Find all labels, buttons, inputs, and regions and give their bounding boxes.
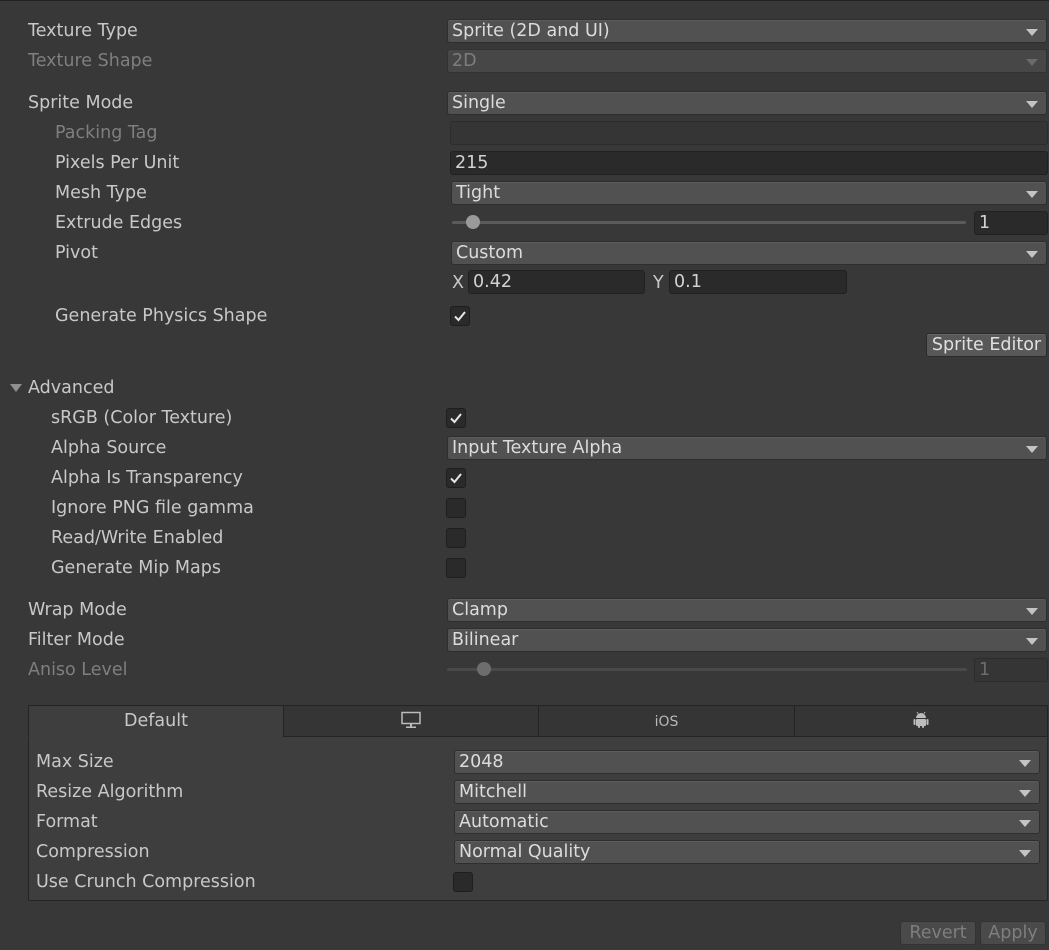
tab-android[interactable] — [794, 705, 1048, 737]
mesh-type-dropdown[interactable]: Tight — [451, 181, 1047, 205]
use-crunch-label: Use Crunch Compression — [36, 872, 256, 892]
use-crunch-checkbox[interactable] — [453, 872, 473, 892]
alpha-is-transparency-checkbox[interactable] — [446, 468, 466, 488]
apply-button[interactable]: Apply — [980, 921, 1046, 945]
android-icon — [913, 711, 929, 728]
alpha-source-dropdown[interactable]: Input Texture Alpha — [447, 436, 1047, 460]
filter-mode-value: Bilinear — [452, 630, 519, 650]
format-value: Automatic — [459, 812, 549, 832]
chevron-down-icon — [1026, 59, 1038, 66]
checkmark-icon — [450, 473, 462, 484]
chevron-down-icon — [1019, 790, 1031, 797]
max-size-value: 2048 — [459, 752, 504, 772]
texture-type-label: Texture Type — [28, 21, 138, 41]
pivot-value: Custom — [456, 243, 524, 263]
compression-dropdown[interactable]: Normal Quality — [454, 840, 1040, 864]
pivot-label: Pivot — [55, 243, 98, 263]
srgb-checkbox[interactable] — [446, 408, 466, 428]
tab-ios-label: iOS — [654, 714, 679, 730]
texture-shape-dropdown: 2D — [447, 49, 1047, 73]
resize-algorithm-label: Resize Algorithm — [36, 782, 184, 802]
max-size-dropdown[interactable]: 2048 — [454, 750, 1040, 774]
compression-label: Compression — [36, 842, 150, 862]
generate-mip-maps-label: Generate Mip Maps — [51, 558, 221, 578]
sprite-mode-dropdown[interactable]: Single — [447, 91, 1047, 115]
wrap-mode-dropdown[interactable]: Clamp — [447, 598, 1047, 622]
tab-standalone[interactable] — [283, 705, 539, 737]
max-size-label: Max Size — [36, 752, 114, 772]
generate-physics-shape-checkbox[interactable] — [450, 306, 470, 326]
foldout-arrow-icon[interactable] — [10, 384, 22, 392]
chevron-down-icon — [1019, 760, 1031, 767]
pivot-y-field[interactable]: 0.1 — [669, 270, 847, 294]
pivot-dropdown[interactable]: Custom — [451, 241, 1047, 265]
tab-default[interactable]: Default — [28, 705, 284, 737]
tab-ios[interactable]: iOS — [538, 705, 795, 737]
chevron-down-icon — [1026, 191, 1038, 198]
wrap-mode-value: Clamp — [452, 600, 508, 620]
packing-tag-label: Packing Tag — [55, 123, 158, 143]
checkmark-icon — [450, 413, 462, 424]
extrude-edges-slider-thumb[interactable] — [466, 215, 480, 229]
filter-mode-label: Filter Mode — [28, 630, 125, 650]
pixels-per-unit-field[interactable]: 215 — [450, 151, 1048, 175]
pixels-per-unit-label: Pixels Per Unit — [55, 153, 180, 173]
format-label: Format — [36, 812, 98, 832]
chevron-down-icon — [1026, 638, 1038, 645]
aniso-level-slider-thumb — [477, 662, 491, 676]
chevron-down-icon — [1026, 29, 1038, 36]
packing-tag-field — [450, 121, 1048, 145]
srgb-label: sRGB (Color Texture) — [51, 408, 233, 428]
generate-physics-shape-label: Generate Physics Shape — [55, 306, 268, 326]
pivot-y-label: Y — [653, 273, 664, 293]
texture-type-dropdown[interactable]: Sprite (2D and UI) — [447, 19, 1047, 43]
mesh-type-label: Mesh Type — [55, 183, 147, 203]
sprite-editor-button[interactable]: Sprite Editor — [926, 333, 1047, 357]
alpha-source-label: Alpha Source — [51, 438, 167, 458]
resize-algorithm-value: Mitchell — [459, 782, 528, 802]
pivot-x-label: X — [452, 273, 464, 293]
checkmark-icon — [454, 311, 466, 322]
alpha-source-value: Input Texture Alpha — [452, 438, 623, 458]
chevron-down-icon — [1026, 251, 1038, 258]
tab-default-label: Default — [124, 711, 188, 731]
aniso-level-label: Aniso Level — [28, 660, 128, 680]
format-dropdown[interactable]: Automatic — [454, 810, 1040, 834]
aniso-level-slider-track — [447, 668, 967, 671]
advanced-foldout-label[interactable]: Advanced — [28, 377, 114, 399]
chevron-down-icon — [1019, 850, 1031, 857]
compression-value: Normal Quality — [459, 842, 591, 862]
extrude-edges-label: Extrude Edges — [55, 213, 183, 233]
generate-mip-maps-checkbox[interactable] — [446, 558, 466, 578]
alpha-is-transparency-label: Alpha Is Transparency — [51, 468, 243, 488]
resize-algorithm-dropdown[interactable]: Mitchell — [454, 780, 1040, 804]
texture-type-value: Sprite (2D and UI) — [452, 21, 610, 41]
extrude-edges-slider-track[interactable] — [452, 221, 966, 224]
extrude-edges-field[interactable]: 1 — [974, 211, 1048, 235]
ignore-png-gamma-checkbox[interactable] — [446, 498, 466, 518]
aniso-level-field: 1 — [974, 658, 1048, 682]
mesh-type-value: Tight — [456, 183, 501, 203]
ignore-png-gamma-label: Ignore PNG file gamma — [51, 498, 254, 518]
top-border — [0, 0, 1049, 1]
chevron-down-icon — [1026, 608, 1038, 615]
monitor-icon — [401, 711, 421, 728]
chevron-down-icon — [1026, 446, 1038, 453]
wrap-mode-label: Wrap Mode — [28, 600, 127, 620]
chevron-down-icon — [1026, 101, 1038, 108]
pivot-x-field[interactable]: 0.42 — [468, 270, 645, 294]
texture-shape-label: Texture Shape — [28, 51, 153, 71]
read-write-label: Read/Write Enabled — [51, 528, 224, 548]
sprite-mode-value: Single — [452, 93, 506, 113]
sprite-mode-label: Sprite Mode — [28, 93, 134, 113]
chevron-down-icon — [1019, 820, 1031, 827]
texture-shape-value: 2D — [452, 51, 477, 71]
revert-button[interactable]: Revert — [900, 921, 976, 945]
filter-mode-dropdown[interactable]: Bilinear — [447, 628, 1047, 652]
read-write-checkbox[interactable] — [446, 528, 466, 548]
